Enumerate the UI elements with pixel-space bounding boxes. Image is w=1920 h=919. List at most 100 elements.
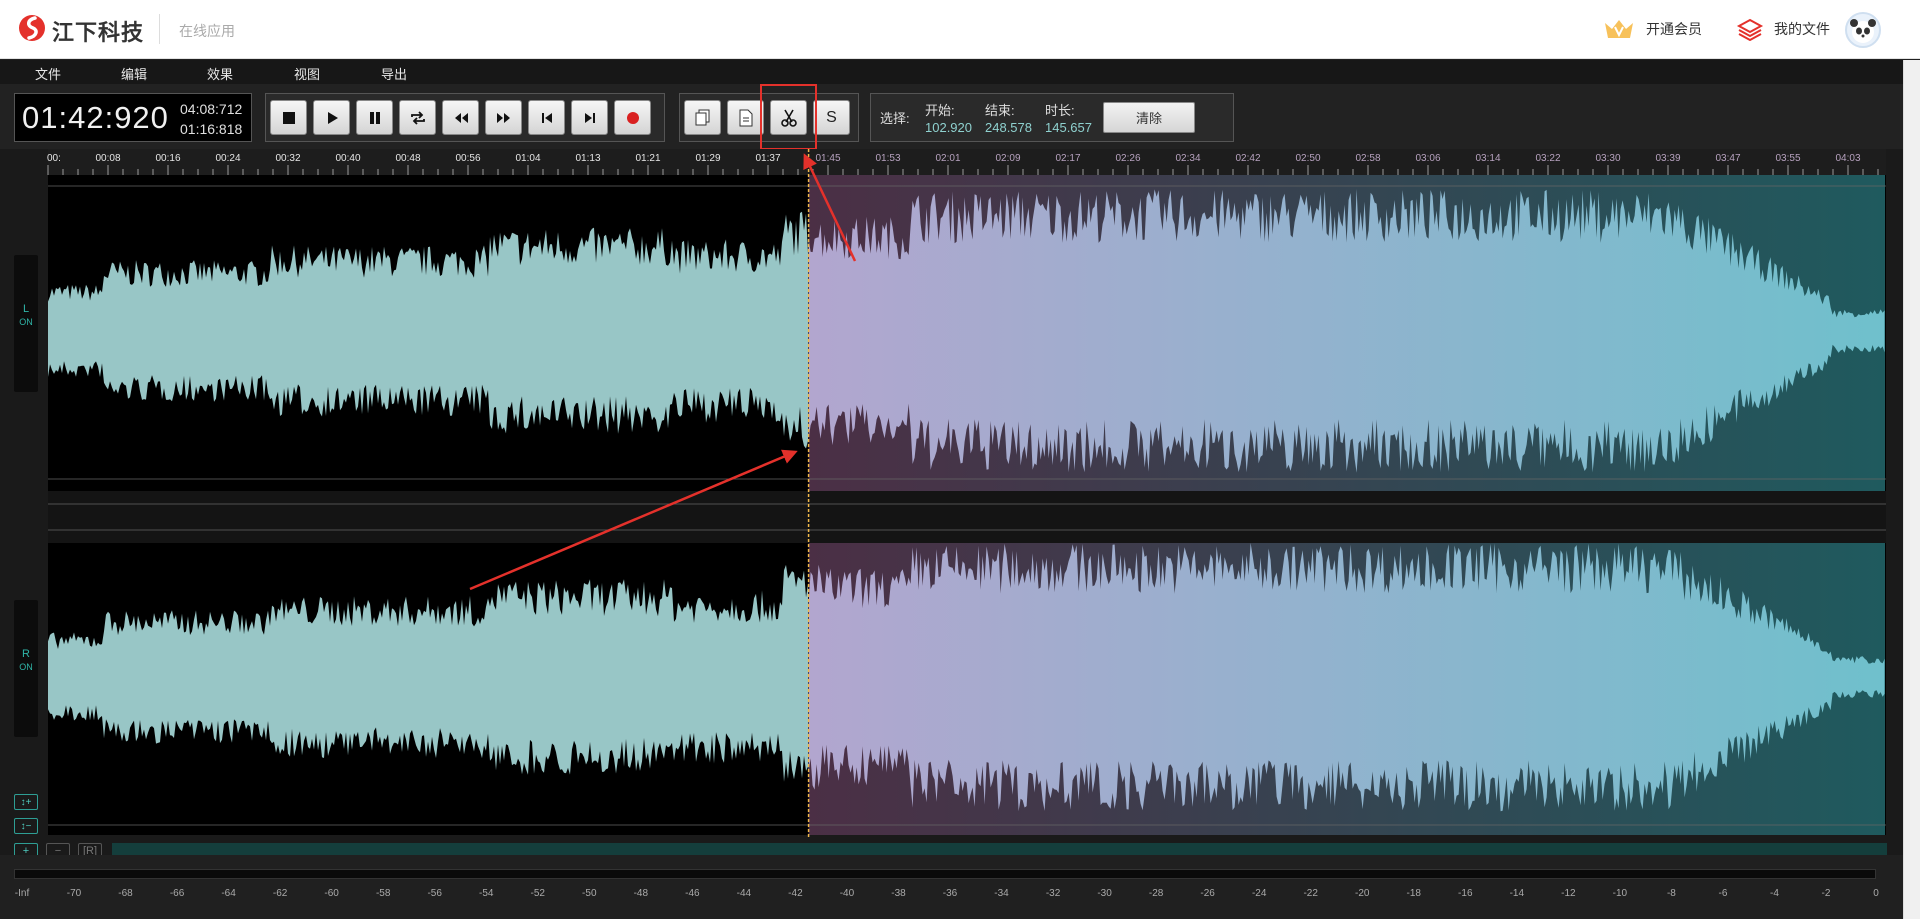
meter-label: -64 — [221, 888, 236, 899]
rewind-button[interactable] — [442, 100, 479, 135]
meter-label: -54 — [479, 888, 494, 899]
panda-avatar-icon — [1850, 19, 1876, 43]
timeline-tick-label: 02:17 — [1055, 153, 1080, 164]
copy-button[interactable] — [684, 100, 721, 135]
menu-edit[interactable]: 编辑 — [121, 64, 147, 83]
selection-panel: 选择: 开始: 102.920 结束: 248.578 时长: 145.657 … — [870, 93, 1234, 142]
transport-controls — [265, 93, 665, 142]
position-time: 01:16:818 — [180, 121, 243, 137]
meter-label: -14 — [1509, 888, 1525, 899]
meter-label: -Inf — [14, 888, 30, 899]
meter-label: -10 — [1612, 888, 1628, 899]
play-button[interactable] — [313, 100, 350, 135]
meter-label: -66 — [169, 888, 185, 899]
skip-start-icon — [541, 112, 552, 123]
paste-icon — [739, 109, 752, 126]
time-display: 01:42:920 04:08:712 01:16:818 — [14, 93, 252, 142]
channel-left-status: ON — [19, 317, 33, 327]
timeline-tick-label: 01:21 — [635, 153, 660, 164]
meter-label: -70 — [66, 888, 82, 899]
waveform-editor[interactable]: 00: 00:08 00:16 00:24 00:32 00:40 00:48 00:56 01… — [0, 149, 1903, 859]
timeline-tick-label: 02:34 — [1175, 153, 1200, 164]
toolbar: 01:42:920 04:08:712 01:16:818 S 选择: 开始: … — [0, 84, 1903, 149]
meter-label: -4 — [1770, 888, 1779, 899]
my-files-button[interactable]: 我的文件 — [1736, 16, 1830, 42]
skip-end-button[interactable] — [571, 100, 608, 135]
pause-button[interactable] — [356, 100, 393, 135]
meter-label: -30 — [1097, 888, 1112, 899]
end-value: 248.578 — [985, 120, 1032, 135]
meter-label: -24 — [1251, 888, 1267, 899]
s-icon: S — [826, 108, 837, 126]
timeline-tick-label: 02:26 — [1115, 153, 1140, 164]
app-header: 江下科技 在线应用 开通会员 我的文件 — [0, 0, 1920, 59]
channel-right-toggle[interactable]: R ON — [14, 600, 38, 737]
fast-forward-button[interactable] — [485, 100, 522, 135]
skip-start-button[interactable] — [528, 100, 565, 135]
logo-icon — [19, 15, 45, 41]
timeline-tick-label: 00:24 — [215, 153, 240, 164]
level-meter: -Inf -70 -68 -66 -64 -62 -60 -58 -56 -54 -52 -50 -48… — [0, 855, 1903, 919]
meter-label: -62 — [272, 888, 288, 899]
meter-label: -34 — [994, 888, 1009, 899]
duration-value: 145.657 — [1045, 120, 1092, 135]
level-meter-bar — [14, 869, 1876, 879]
zoom-out-vertical-button[interactable]: ↕− — [14, 818, 38, 834]
zoom-in-vertical-button[interactable]: ↕+ — [14, 794, 38, 810]
avatar[interactable] — [1845, 12, 1881, 48]
timeline-tick-label: 00:32 — [275, 153, 300, 164]
vip-button[interactable]: 开通会员 — [1602, 16, 1702, 42]
menu-view[interactable]: 视图 — [294, 64, 320, 83]
timeline-tick-label: 04:03 — [1835, 153, 1860, 164]
meter-label: -36 — [942, 888, 958, 899]
loop-button[interactable] — [399, 100, 436, 135]
meter-label: -68 — [118, 888, 133, 899]
waveform-canvas[interactable]: 00: 00:08 00:16 00:24 00:32 00:40 00:48 00:56 01… — [0, 149, 1903, 855]
timeline-tick-label: 01:37 — [755, 153, 780, 164]
loop-icon — [410, 110, 425, 125]
files-label: 我的文件 — [1774, 21, 1830, 37]
meter-label: -16 — [1458, 888, 1473, 899]
layers-icon — [1736, 18, 1764, 41]
skip-end-icon — [584, 112, 595, 123]
menu-export[interactable]: 导出 — [381, 64, 407, 83]
channel-left-toggle[interactable]: L ON — [14, 255, 38, 392]
timeline-tick-label: 00:48 — [395, 153, 420, 164]
stop-icon — [282, 111, 295, 124]
timeline-tick-label: 03:47 — [1715, 153, 1740, 164]
stop-button[interactable] — [270, 100, 307, 135]
meter-label: -48 — [633, 888, 649, 899]
vip-label: 开通会员 — [1646, 21, 1702, 37]
cut-highlight-annotation — [760, 84, 817, 150]
meter-label: -56 — [427, 888, 442, 899]
meter-label: -32 — [1045, 888, 1061, 899]
page-vertical-scrollbar[interactable] — [1903, 60, 1920, 919]
meter-label: -44 — [736, 888, 752, 899]
meter-label: -58 — [375, 888, 391, 899]
clear-button[interactable]: 清除 — [1103, 102, 1195, 133]
start-value: 102.920 — [925, 120, 972, 135]
timeline-tick-label: 02:42 — [1235, 153, 1260, 164]
end-key: 结束: — [985, 103, 1015, 118]
channel-right-letter: R — [22, 648, 30, 660]
brand-name[interactable]: 江下科技 — [52, 15, 144, 47]
rewind-icon — [454, 112, 468, 123]
silence-button[interactable]: S — [813, 100, 850, 135]
fast-forward-icon — [496, 112, 510, 123]
copy-icon — [695, 109, 709, 125]
meter-label: -52 — [530, 888, 545, 899]
meter-label: -20 — [1355, 888, 1370, 899]
timeline-tick-label: 03:39 — [1655, 153, 1680, 164]
menu-effects[interactable]: 效果 — [207, 64, 233, 83]
timeline-tick-label: 01:45 — [815, 153, 840, 164]
timeline-tick-label: 03:22 — [1535, 153, 1560, 164]
timeline-tick-label: 01:29 — [695, 153, 720, 164]
timeline-tick-label: 00:56 — [455, 153, 480, 164]
paste-button[interactable] — [727, 100, 764, 135]
record-button[interactable] — [614, 100, 651, 135]
channel-left-letter: L — [22, 303, 30, 315]
app-subtitle[interactable]: 在线应用 — [179, 21, 235, 41]
timeline-tick-label: 00:16 — [155, 153, 180, 164]
menu-file[interactable]: 文件 — [35, 64, 61, 83]
meter-label: -22 — [1303, 888, 1318, 899]
